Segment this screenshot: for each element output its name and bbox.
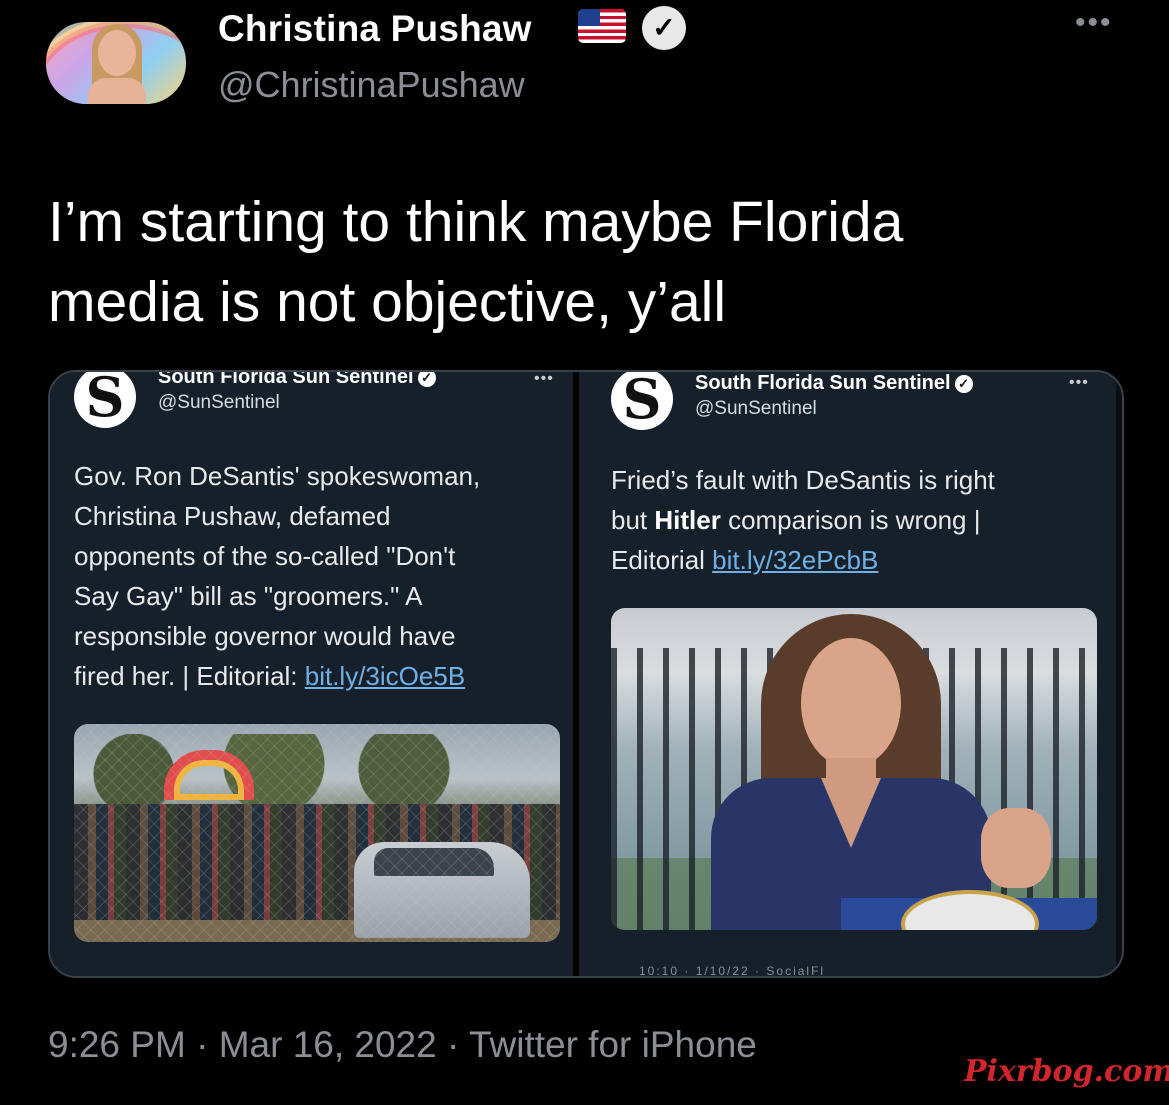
source-name: South Florida Sun Sentinel ✓ xyxy=(158,372,436,389)
separator: · xyxy=(185,1024,219,1065)
tweet-media[interactable]: S South Florida Sun Sentinel ✓ @SunSentin… xyxy=(48,370,1124,978)
embedded-tweet-text: Fried’s fault with DeSantis is right but… xyxy=(611,460,1101,580)
more-options-icon[interactable]: ••• xyxy=(1075,6,1113,40)
avatar-body xyxy=(88,78,146,104)
tweet-date[interactable]: Mar 16, 2022 xyxy=(219,1024,437,1065)
verified-badge-icon: ✓ xyxy=(417,372,436,387)
tweet-text-line: media is not objective, y’all xyxy=(48,270,726,334)
sun-sentinel-logo-icon: S xyxy=(611,372,673,430)
speaker-photo xyxy=(611,608,1097,930)
verified-badge-icon: ✓ xyxy=(954,375,973,393)
avatar-face xyxy=(98,30,136,76)
embedded-text-line: fired her. | Editorial: bit.ly/3icOe5B xyxy=(74,661,466,691)
embedded-text-line: Christina Pushaw, defamed xyxy=(74,501,391,531)
source-handle: @SunSentinel xyxy=(695,398,817,419)
editorial-link: bit.ly/3icOe5B xyxy=(304,661,466,691)
tweet-metadata: 9:26 PM · Mar 16, 2022 · Twitter for iPh… xyxy=(48,1024,757,1066)
avatar[interactable] xyxy=(46,22,186,104)
tweet-time[interactable]: 9:26 PM xyxy=(48,1024,186,1065)
author-handle[interactable]: @ChristinaPushaw xyxy=(218,64,525,106)
us-flag-icon xyxy=(578,9,626,43)
embedded-text-line: responsible governor would have xyxy=(74,621,456,651)
embedded-tweet-left[interactable]: S South Florida Sun Sentinel ✓ @SunSentin… xyxy=(50,372,573,976)
verified-badge-icon: ✓ xyxy=(642,6,686,50)
embedded-text-line: Say Gay" bill as "groomers." A xyxy=(74,581,423,611)
more-options-icon: ••• xyxy=(534,370,554,387)
protest-photo xyxy=(74,724,560,942)
embedded-tweet-right[interactable]: S South Florida Sun Sentinel ✓ @SunSentin… xyxy=(579,372,1122,976)
chain-link-fence xyxy=(74,724,560,942)
bold-word: Hitler xyxy=(654,505,721,535)
tweet-text: I’m starting to think maybe Florida medi… xyxy=(48,182,1128,342)
more-options-icon: ••• xyxy=(1069,374,1089,391)
speaker-hand xyxy=(981,808,1051,888)
source-handle: @SunSentinel xyxy=(158,392,280,413)
embedded-text-line: Gov. Ron DeSantis' spokeswoman, xyxy=(74,461,481,491)
editorial-link: bit.ly/32ePcbB xyxy=(712,545,879,575)
tweet-client[interactable]: Twitter for iPhone xyxy=(469,1024,757,1065)
embedded-text-line: opponents of the so-called "Don't xyxy=(74,541,456,571)
speaker-face xyxy=(801,638,901,768)
tweet-header: Christina Pushaw ✓ @ChristinaPushaw ••• xyxy=(0,0,1169,160)
separator: · xyxy=(436,1024,469,1065)
embedded-text-line: Editorial bit.ly/32ePcbB xyxy=(611,545,879,575)
clipped-timestamp: 10:10 · 1/10/22 · SocialFl xyxy=(639,964,826,978)
embedded-text-line: Fried’s fault with DeSantis is right xyxy=(611,465,995,495)
watermark: Pixrbog.com xyxy=(964,1054,1169,1089)
tweet-text-line: I’m starting to think maybe Florida xyxy=(48,190,904,254)
embedded-tweet-text: Gov. Ron DeSantis' spokeswoman, Christin… xyxy=(74,456,564,696)
embedded-text-line: but Hitler comparison is wrong | xyxy=(611,505,981,535)
source-name: South Florida Sun Sentinel ✓ xyxy=(695,372,973,395)
sun-sentinel-logo-icon: S xyxy=(74,372,136,428)
author-name[interactable]: Christina Pushaw xyxy=(218,8,532,50)
